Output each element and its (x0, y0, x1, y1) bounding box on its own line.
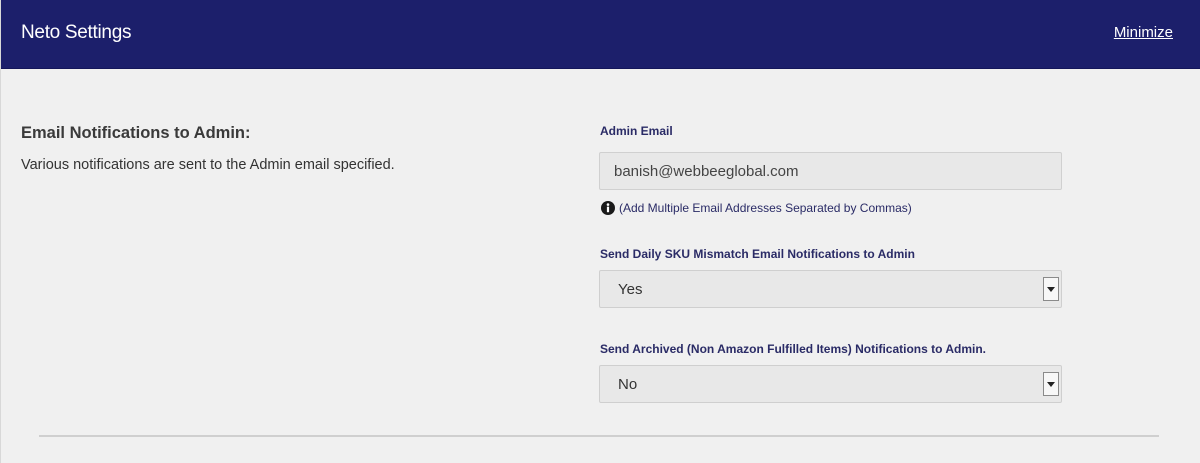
archived-select[interactable]: No (599, 365, 1062, 403)
panel-title: Neto Settings (21, 22, 132, 43)
info-icon (601, 201, 615, 215)
panel-header: Neto Settings Minimize (1, 0, 1200, 69)
admin-email-input[interactable] (599, 152, 1062, 190)
sku-mismatch-label: Send Daily SKU Mismatch Email Notificati… (600, 247, 915, 261)
chevron-down-icon[interactable] (1043, 277, 1059, 301)
admin-email-hint: (Add Multiple Email Addresses Separated … (601, 201, 912, 215)
section-heading: Email Notifications to Admin: (21, 124, 251, 142)
admin-email-label: Admin Email (600, 124, 673, 138)
sku-mismatch-select[interactable]: Yes (599, 270, 1062, 308)
neto-settings-panel: Neto Settings Minimize Email Notificatio… (0, 0, 1200, 463)
minimize-link[interactable]: Minimize (1114, 24, 1173, 41)
chevron-down-icon[interactable] (1043, 372, 1059, 396)
section-description: Various notifications are sent to the Ad… (21, 157, 395, 173)
section-divider (39, 435, 1159, 437)
archived-label: Send Archived (Non Amazon Fulfilled Item… (600, 342, 987, 356)
admin-email-hint-text: (Add Multiple Email Addresses Separated … (619, 201, 912, 215)
archived-selected: No (618, 376, 638, 393)
sku-mismatch-selected: Yes (618, 281, 643, 298)
